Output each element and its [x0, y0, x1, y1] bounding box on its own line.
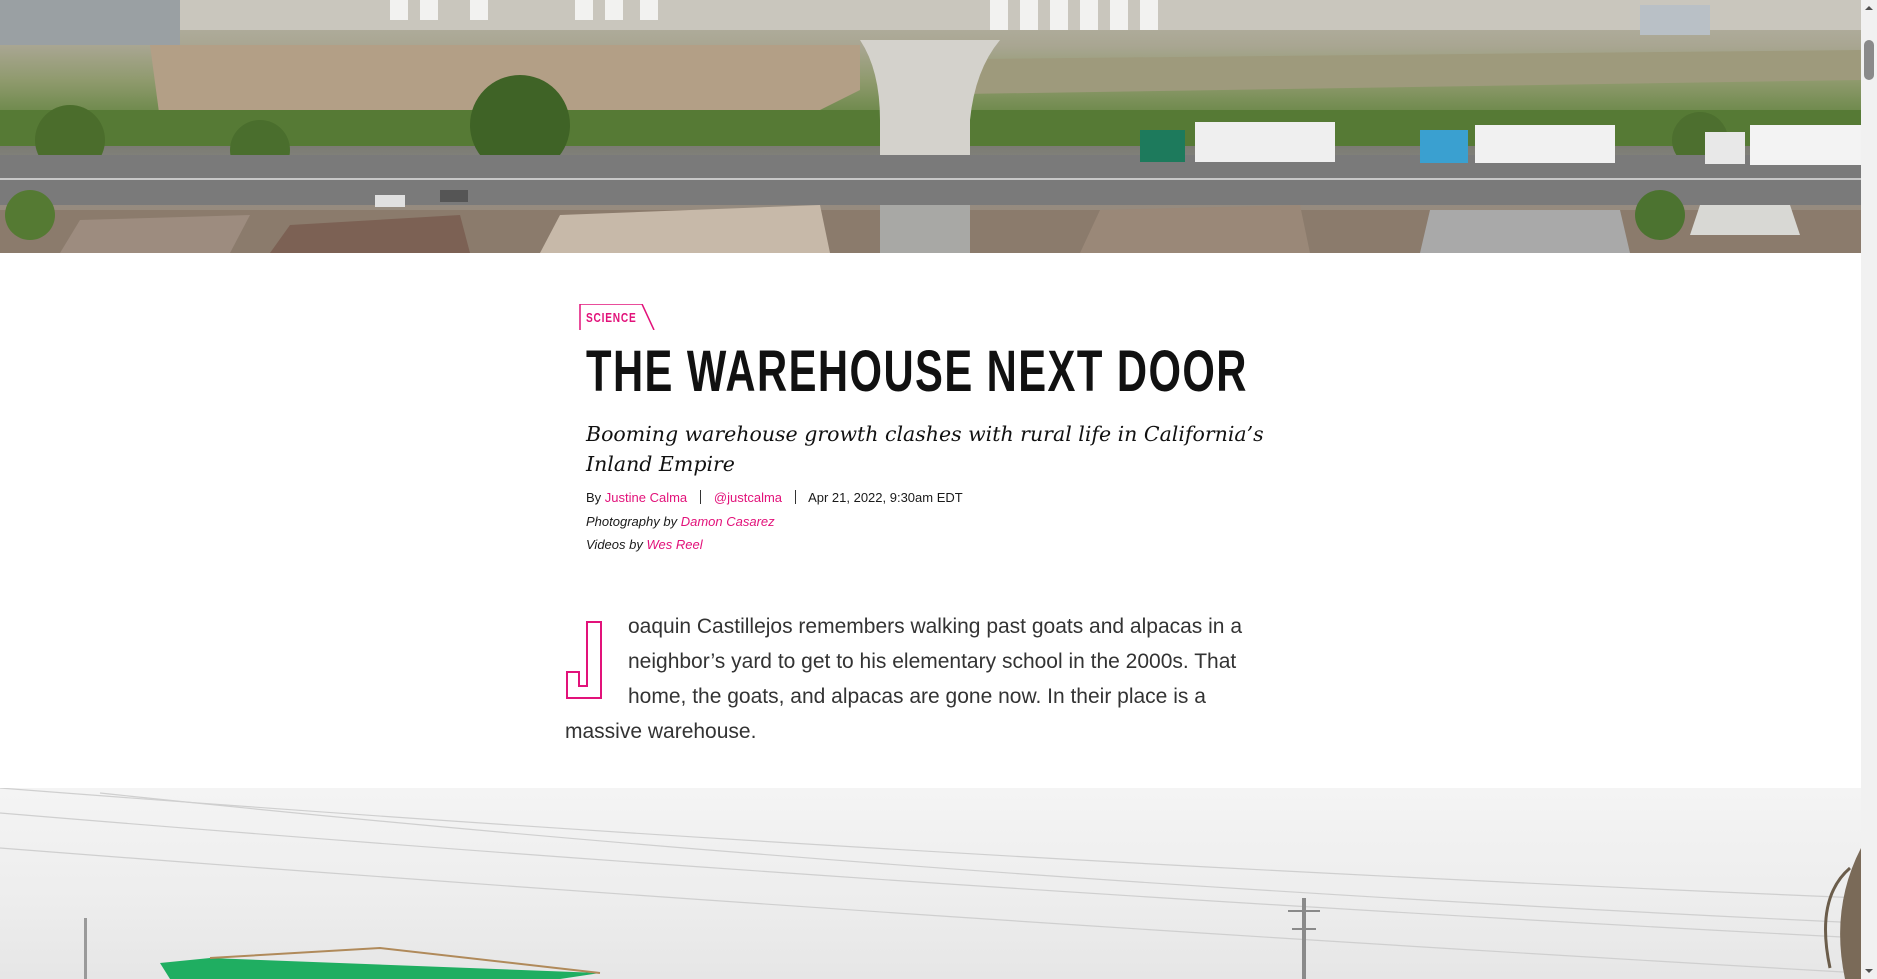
videographer-link[interactable]: Wes Reel	[646, 537, 702, 552]
byline-divider	[794, 490, 797, 504]
video-credit-prefix: Videos by	[586, 537, 643, 552]
section-tag-label: SCIENCE	[586, 310, 637, 325]
article-photo	[0, 788, 1861, 979]
video-credit: Videos by Wes Reel	[586, 537, 703, 552]
hero-aerial-image	[0, 0, 1861, 253]
author-twitter-link[interactable]: @justcalma	[714, 490, 782, 505]
aerial-scene-illustration	[0, 0, 1861, 253]
byline-prefix: By	[586, 490, 602, 505]
photo-credit: Photography by Damon Casarez	[586, 514, 775, 529]
author-link[interactable]: Justine Calma	[605, 490, 687, 505]
drop-cap-spacer	[565, 609, 628, 711]
section-tag[interactable]: SCIENCE	[578, 303, 658, 331]
photographer-link[interactable]: Damon Casarez	[681, 514, 775, 529]
lead-paragraph-text: oaquin Castillejos remembers walking pas…	[565, 615, 1243, 743]
article-headline: THE WAREHOUSE NEXT DOOR	[586, 339, 1248, 404]
byline: By Justine Calma @justcalma Apr 21, 2022…	[586, 490, 963, 505]
article-dek: Booming warehouse growth clashes with ru…	[586, 422, 1264, 476]
scrollbar-thumb[interactable]	[1864, 40, 1874, 80]
article-page: SCIENCE THE WAREHOUSE NEXT DOOR Booming …	[0, 0, 1861, 979]
article-lead-paragraph: oaquin Castillejos remembers walking pas…	[565, 609, 1277, 749]
page-scrollbar[interactable]	[1861, 0, 1877, 979]
byline-divider	[699, 490, 702, 504]
chevron-down-icon[interactable]	[1861, 963, 1877, 979]
photo-credit-prefix: Photography by	[586, 514, 678, 529]
chevron-up-icon[interactable]	[1861, 0, 1877, 16]
publish-date: Apr 21, 2022, 9:30am EDT	[808, 490, 963, 505]
power-lines-photo-illustration	[0, 788, 1861, 979]
